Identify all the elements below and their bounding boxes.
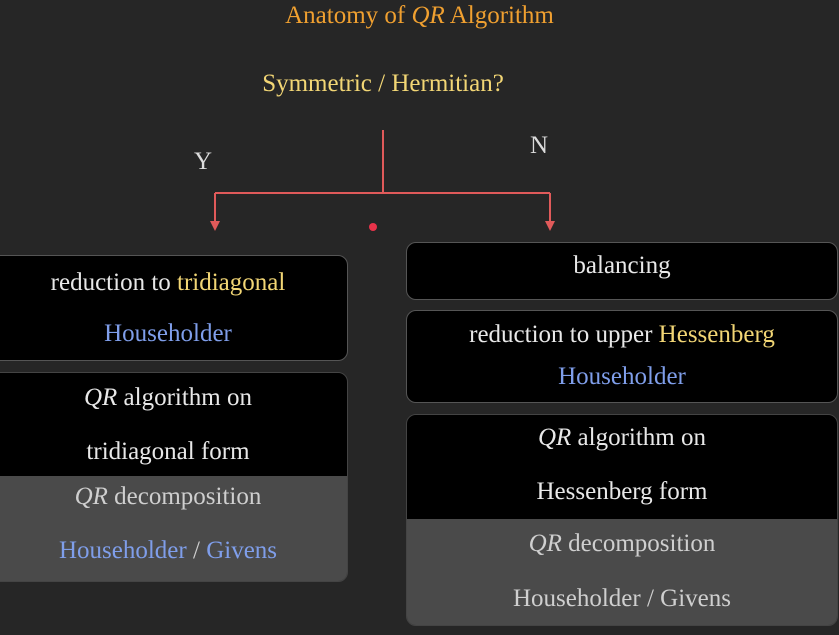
right-qr-box: QR algorithm on Hessenberg form QR decom… (406, 414, 838, 626)
left-qr-box: QR algorithm on tridiagonal form QR deco… (0, 372, 348, 582)
left-qr-algorithm-line2: tridiagonal form (86, 438, 250, 465)
right-reduction-highlight: Hessenberg (658, 321, 775, 348)
left-qr-decomposition-method-a: Householder (58, 537, 187, 564)
right-qr-algorithm-text: algorithm on (571, 424, 707, 451)
right-qr-algorithm-line2: Hessenberg form (536, 478, 708, 505)
right-reduction-method: Householder (558, 363, 686, 390)
right-qr-algorithm-panel: QR algorithm on Hessenberg form (407, 415, 837, 521)
left-qr-decomposition-sep: / (186, 537, 207, 564)
right-qr-algorithm-italic: QR (537, 424, 572, 451)
right-qr-decomposition-italic: QR (528, 530, 562, 557)
left-qr-decomposition-line2: Householder / Givens (0, 536, 347, 566)
left-qr-decomposition-line1: QR decomposition (0, 482, 347, 512)
right-qr-decomposition-method: Householder / Givens (512, 585, 732, 612)
left-qr-decomposition-method-b: Givens (206, 537, 278, 564)
left-qr-decomposition-italic: QR (74, 483, 108, 510)
left-qr-algorithm-italic: QR (83, 384, 118, 411)
right-qr-decomposition-text: decomposition (561, 530, 716, 557)
left-reduction-method: Householder (104, 320, 232, 347)
left-qr-algorithm-text: algorithm on (117, 384, 253, 411)
right-reduction-line: reduction to upper Hessenberg (407, 320, 837, 350)
left-qr-decomposition-panel: QR decomposition Householder / Givens (0, 476, 347, 581)
right-qr-algorithm-line1: QR algorithm on (407, 423, 837, 453)
left-qr-algorithm-line1: QR algorithm on (0, 383, 347, 413)
junction-dot (369, 223, 377, 231)
left-reduction-line: reduction to tridiagonal (0, 268, 347, 298)
left-qr-algorithm-panel: QR algorithm on tridiagonal form (0, 373, 347, 478)
left-reduction-text: reduction to (50, 269, 178, 296)
right-reduction-box: reduction to upper Hessenberg Householde… (406, 310, 838, 403)
right-qr-decomposition-line1: QR decomposition (407, 529, 837, 559)
right-reduction-text: reduction to upper (469, 321, 659, 348)
right-balancing-text: balancing (573, 252, 671, 279)
left-reduction-box: reduction to tridiagonal Householder (0, 255, 348, 361)
left-reduction-highlight: tridiagonal (177, 269, 286, 296)
left-qr-decomposition-text: decomposition (107, 483, 262, 510)
right-balancing-box: balancing (406, 242, 838, 300)
right-qr-decomposition-panel: QR decomposition Householder / Givens (407, 519, 837, 625)
